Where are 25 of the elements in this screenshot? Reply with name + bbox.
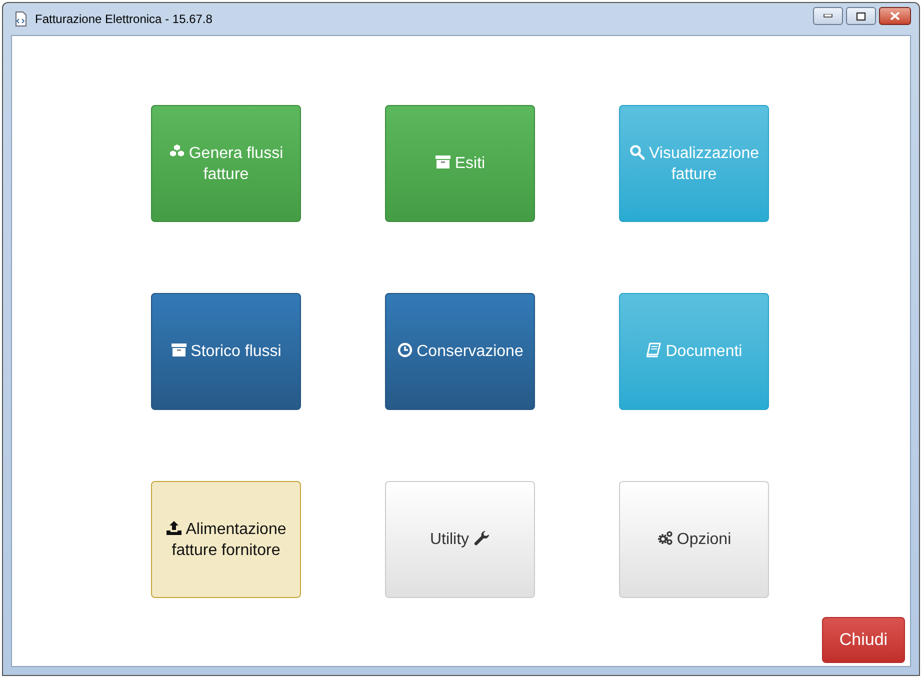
- maximize-button[interactable]: [846, 7, 876, 25]
- minimize-icon: [823, 14, 833, 18]
- restore-icon: [856, 12, 866, 20]
- menu-tile[interactable]: Genera flussi fatture: [151, 105, 301, 222]
- upload-icon: [166, 520, 182, 536]
- menu-tile[interactable]: Esiti: [385, 105, 535, 222]
- archive-box-icon: [170, 342, 187, 358]
- window-title: Fatturazione Elettronica - 15.67.8: [35, 11, 212, 28]
- app-icon: [13, 11, 29, 27]
- clock-icon: [396, 342, 413, 358]
- archive-box-icon: [434, 154, 451, 170]
- menu-tile[interactable]: Utility: [385, 481, 535, 598]
- gears-icon: [656, 530, 673, 546]
- minimize-button[interactable]: [813, 7, 843, 25]
- cubes-icon: [168, 144, 185, 160]
- close-app-button[interactable]: Chiudi: [822, 617, 905, 663]
- wrench-icon: [474, 530, 490, 546]
- menu-tile[interactable]: Opzioni: [619, 481, 769, 598]
- search-icon: [629, 144, 645, 160]
- menu-tile[interactable]: Storico flussi: [151, 293, 301, 410]
- menu-tile[interactable]: Conservazione: [385, 293, 535, 410]
- menu-tile[interactable]: Alimentazione fatture fornitore: [151, 481, 301, 598]
- close-icon: [890, 12, 900, 20]
- close-button[interactable]: [879, 7, 911, 25]
- book-icon: [646, 342, 662, 358]
